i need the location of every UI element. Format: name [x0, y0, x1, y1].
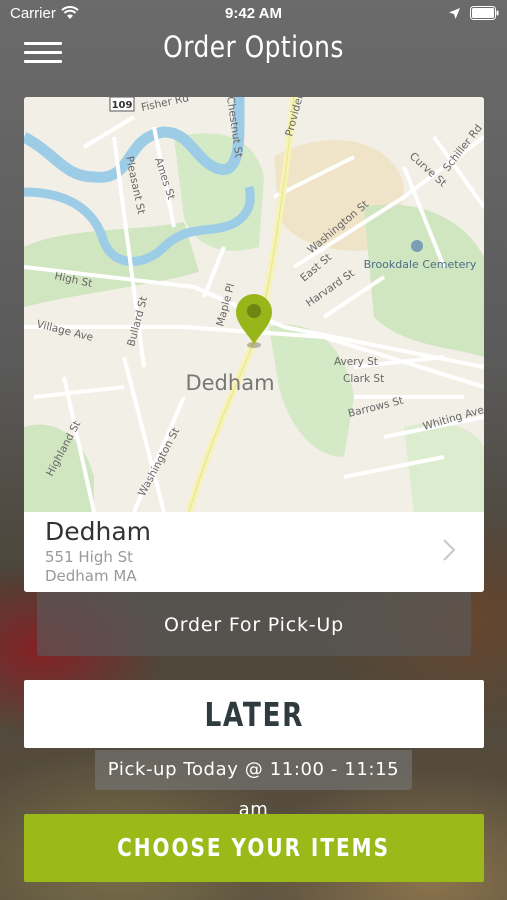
- route-shield-label: 109: [112, 100, 133, 111]
- battery-icon: [470, 6, 499, 20]
- pickup-time-label: Pick-up Today @ 11:00 - 11:15 am: [95, 750, 412, 820]
- order-type-button[interactable]: Order For Pick-Up: [37, 592, 471, 656]
- map-street-label: Clark St: [343, 373, 384, 385]
- map-town-label: Dedham: [185, 371, 274, 395]
- location-selector[interactable]: Dedham 551 High St Dedham MA: [24, 512, 484, 592]
- choose-items-button[interactable]: CHOOSE YOUR ITEMS: [24, 814, 484, 882]
- choose-items-label: CHOOSE YOUR ITEMS: [117, 833, 391, 862]
- status-time: 9:42 AM: [225, 5, 282, 22]
- location-arrow-icon: [449, 8, 460, 19]
- location-address-line2: Dedham MA: [45, 567, 137, 585]
- pickup-later-button[interactable]: LATER: [24, 680, 484, 748]
- chevron-right-icon: [443, 539, 456, 561]
- map-street-label: Avery St: [334, 356, 378, 368]
- location-name: Dedham: [45, 517, 152, 546]
- location-card: 109 Fisher Rd Providence Ames St Pleasan…: [24, 97, 484, 592]
- location-address-line1: 551 High St: [45, 548, 134, 566]
- map-poi-label: Brookdale Cemetery: [364, 258, 477, 271]
- location-map[interactable]: 109 Fisher Rd Providence Ames St Pleasan…: [24, 97, 484, 512]
- status-bar: Carrier 9:42 AM: [0, 0, 507, 28]
- page-title: Order Options: [163, 30, 344, 64]
- pickup-later-label: LATER: [204, 695, 304, 734]
